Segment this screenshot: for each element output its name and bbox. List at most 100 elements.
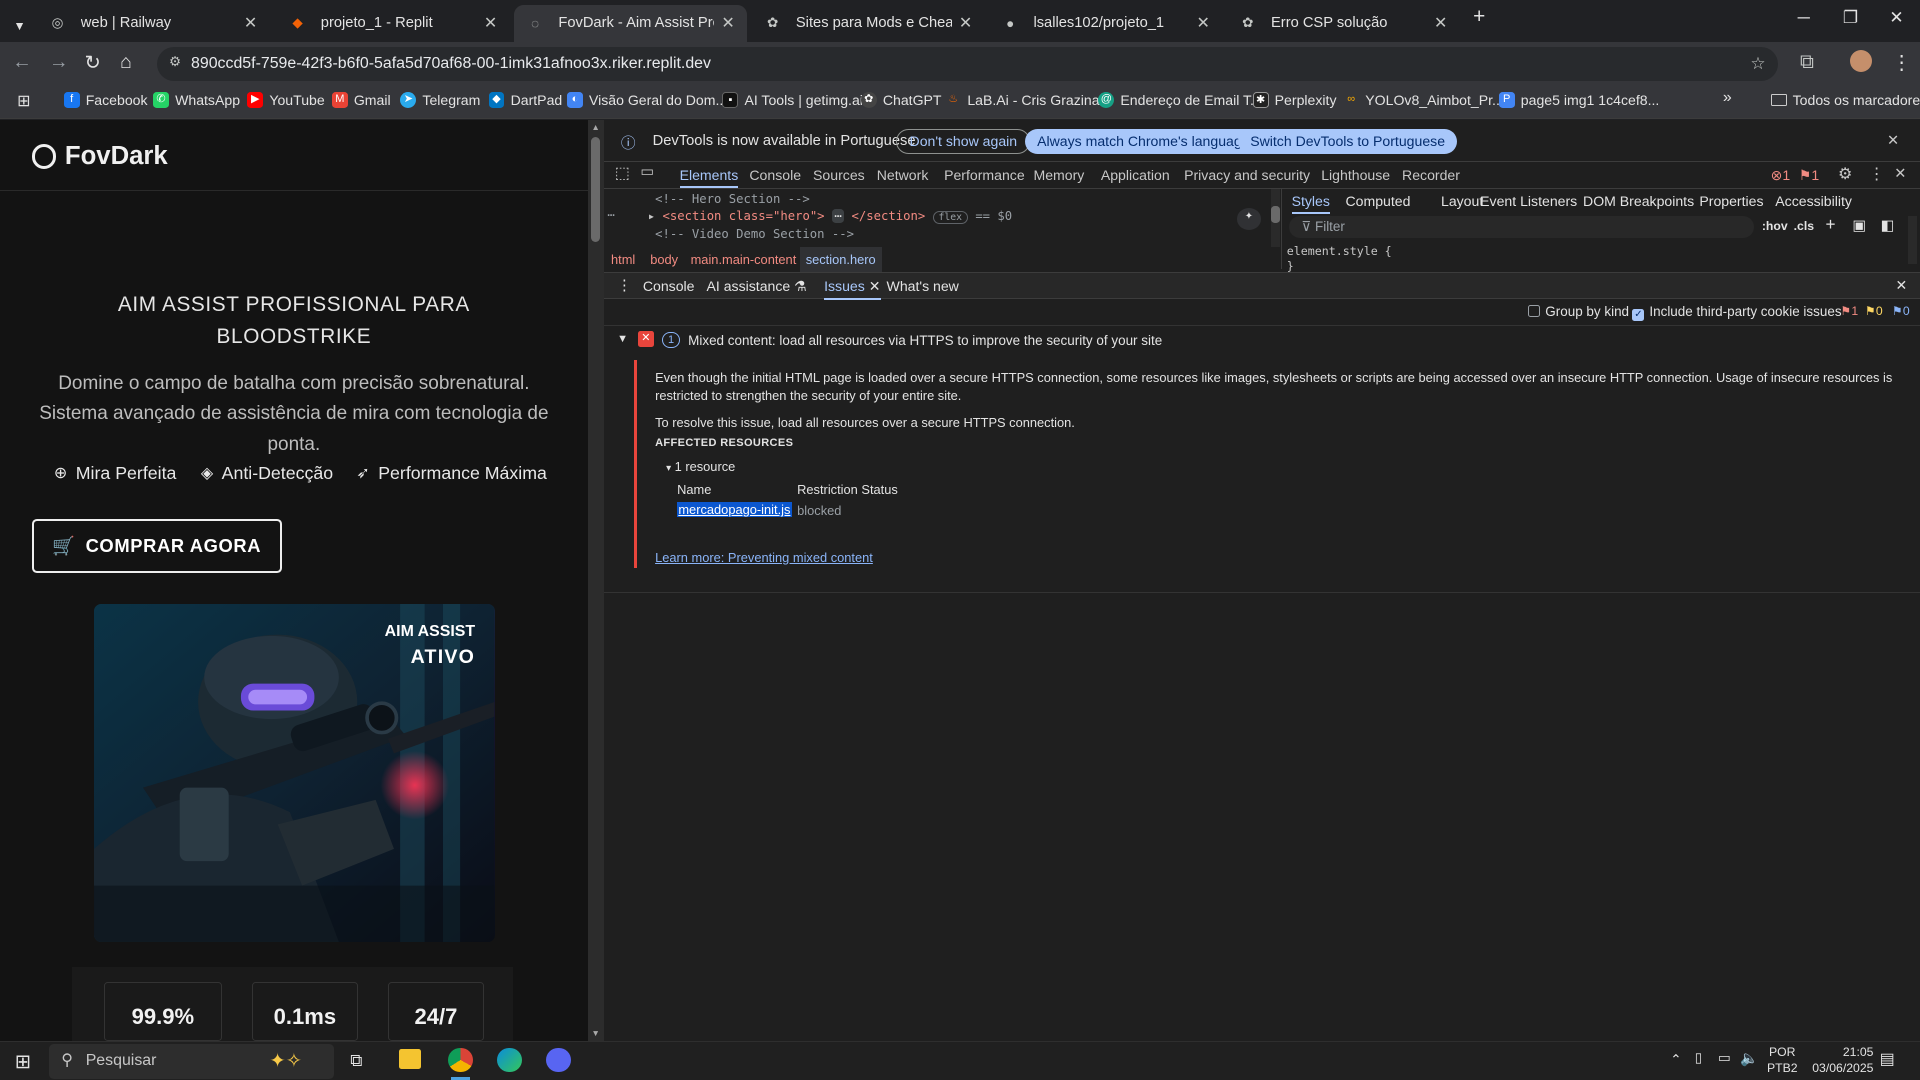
scroll-up-icon[interactable]: ▲: [591, 122, 599, 132]
site-logo[interactable]: FovDark: [31, 142, 168, 171]
minimize-icon[interactable]: ─: [1798, 7, 1810, 28]
address-bar[interactable]: ⚙ 890ccd5f-759e-42f3-b6f0-5afa5d70af68-0…: [156, 46, 1778, 81]
bookmark-visao-geral[interactable]: ◐ Visão Geral do Dom...: [566, 92, 727, 108]
bookmark-perplexity[interactable]: ✱ Perplexity: [1252, 92, 1336, 108]
bookmark-youtube[interactable]: ▶ YouTube: [247, 92, 325, 108]
scrollbar-thumb[interactable]: [591, 137, 600, 243]
tab-search-button[interactable]: ▼: [5, 7, 34, 44]
close-icon[interactable]: ✕: [959, 13, 972, 33]
more-options-icon[interactable]: ⋮: [1869, 164, 1885, 184]
drawer-tab-ai-assistance[interactable]: AI assistance ⚗: [707, 278, 807, 295]
tab-sources[interactable]: Sources: [813, 167, 865, 183]
switch-language-button[interactable]: Switch DevTools to Portuguese: [1237, 128, 1458, 155]
drawer-tab-console[interactable]: Console: [643, 278, 695, 294]
crumb-body[interactable]: body: [650, 252, 678, 267]
elements-scrollbar[interactable]: [1271, 188, 1280, 248]
tab-styles[interactable]: Styles: [1291, 193, 1330, 214]
close-drawer-icon[interactable]: ✕: [1896, 277, 1908, 294]
accessibility-tree-icon[interactable]: ✦: [1236, 208, 1262, 231]
flex-badge[interactable]: flex: [932, 211, 968, 225]
element-style-rule[interactable]: element.style { }: [1287, 244, 1392, 273]
tab-erro-csp[interactable]: ✿ Erro CSP solução ✕: [1227, 5, 1460, 42]
dom-section-hero[interactable]: ▸ <section class="hero"> ⋯ </section> fl…: [648, 209, 1012, 225]
settings-gear-icon[interactable]: ⚙: [1838, 164, 1852, 184]
buy-now-button[interactable]: 🛒 COMPRAR AGORA: [31, 519, 282, 574]
tab-console[interactable]: Console: [749, 167, 801, 183]
tab-elements[interactable]: Elements: [679, 167, 739, 189]
discord-icon[interactable]: [546, 1047, 571, 1073]
home-icon[interactable]: ⌂: [120, 51, 132, 74]
close-icon[interactable]: ✕: [1196, 13, 1209, 33]
bookmark-yolov8[interactable]: ∞ YOLOv8_Aimbot_Pr...: [1343, 92, 1504, 108]
close-icon[interactable]: ✕: [1434, 13, 1447, 33]
notification-icon[interactable]: ▤: [1880, 1049, 1895, 1069]
bookmark-facebook[interactable]: f Facebook: [63, 92, 148, 108]
volume-icon[interactable]: 🔈: [1740, 1049, 1758, 1067]
input-language[interactable]: POR PTB2: [1767, 1045, 1798, 1077]
close-icon[interactable]: ✕: [1887, 132, 1899, 149]
drawer-tab-whats-new[interactable]: What's new: [887, 278, 959, 294]
scroll-down-icon[interactable]: ▼: [591, 1028, 599, 1038]
drawer-menu-icon[interactable]: ⋮: [617, 277, 632, 294]
close-devtools-icon[interactable]: ✕: [1894, 165, 1906, 182]
group-by-kind-checkbox[interactable]: Group by kind: [1528, 304, 1629, 319]
all-bookmarks[interactable]: Todos os marcadores: [1770, 92, 1920, 108]
bookmark-whatsapp[interactable]: ✆ WhatsApp: [153, 92, 240, 108]
bookmark-chatgpt[interactable]: ✿ ChatGPT: [860, 92, 942, 108]
network-icon[interactable]: ▭: [1718, 1050, 1731, 1066]
close-icon[interactable]: ✕: [869, 278, 881, 294]
tab-fovdark[interactable]: ◌ FovDark - Aim Assist Profission... ✕: [514, 4, 747, 42]
reload-icon[interactable]: ↻: [84, 51, 100, 75]
tray-overflow-icon[interactable]: ⌃: [1670, 1052, 1681, 1068]
profile-avatar[interactable]: [1850, 50, 1873, 73]
learn-more-link[interactable]: Learn more: Preventing mixed content: [655, 550, 873, 565]
tab-network[interactable]: Network: [877, 167, 929, 183]
tab-replit[interactable]: ◆ projeto_1 - Replit ✕: [277, 5, 510, 42]
bookmark-gmail[interactable]: M Gmail: [331, 92, 391, 108]
restore-icon[interactable]: ❐: [1843, 7, 1858, 28]
tab-computed[interactable]: Computed: [1345, 193, 1410, 209]
crumb-main[interactable]: main.main-content: [691, 252, 797, 267]
styles-filter-input[interactable]: ⊽ Filter: [1289, 215, 1755, 238]
bookmark-dartpad[interactable]: ◆ DartPad: [488, 92, 562, 108]
site-info-icon[interactable]: ⚙: [169, 54, 181, 70]
tab-recorder[interactable]: Recorder: [1402, 167, 1460, 183]
tab-layout[interactable]: Layout: [1441, 193, 1483, 209]
tab-github[interactable]: ● lsalles102/projeto_1 ✕: [989, 5, 1222, 42]
styles-scrollbar[interactable]: [1907, 215, 1918, 265]
bookmark-ai-tools[interactable]: ▪ AI Tools | getimg.ai: [722, 92, 863, 108]
tab-performance[interactable]: Performance: [944, 167, 1025, 183]
edge-icon[interactable]: [497, 1047, 522, 1073]
bookmark-star-icon[interactable]: ☆: [1750, 53, 1765, 74]
bookmark-email[interactable]: @ Endereço de Email T...: [1098, 92, 1262, 108]
windows-start-icon[interactable]: ⊞: [15, 1050, 31, 1074]
inspect-icon[interactable]: ⬚: [615, 163, 630, 183]
tab-properties[interactable]: Properties: [1699, 193, 1763, 209]
tab-memory[interactable]: Memory: [1033, 167, 1084, 183]
menu-icon[interactable]: ⋮: [1892, 51, 1912, 75]
window-close-icon[interactable]: ✕: [1889, 7, 1903, 28]
tab-railway[interactable]: ◎ web | Railway ✕: [37, 5, 270, 42]
more-bookmarks-icon[interactable]: »: [1723, 89, 1732, 107]
tab-accessibility[interactable]: Accessibility: [1775, 193, 1852, 209]
extensions-icon[interactable]: ⧉: [1800, 51, 1814, 74]
tab-privacy-security[interactable]: Privacy and security: [1184, 167, 1310, 183]
tray-device-icon[interactable]: ▯: [1695, 1050, 1702, 1066]
error-counter[interactable]: ⊗1: [1771, 167, 1791, 184]
issue-title[interactable]: Mixed content: load all resources via HT…: [688, 333, 1162, 348]
clock[interactable]: 21:05 03/06/2025: [1798, 1045, 1873, 1077]
sidebar-toggle-icon[interactable]: ◧: [1881, 217, 1895, 234]
drawer-tab-issues[interactable]: Issues ✕: [824, 278, 881, 301]
bookmark-page5[interactable]: Ppage5 img1 1c4cef8...: [1498, 92, 1659, 108]
tab-dom-breakpoints[interactable]: DOM Breakpoints: [1583, 193, 1694, 209]
dom-comment-video[interactable]: <!-- Video Demo Section -->: [655, 227, 854, 241]
computed-toggle-icon[interactable]: ▣: [1852, 217, 1866, 234]
tab-lighthouse[interactable]: Lighthouse: [1321, 167, 1390, 183]
close-icon[interactable]: ✕: [484, 13, 497, 33]
collapse-triangle-icon[interactable]: ▼: [617, 333, 628, 345]
tab-application[interactable]: Application: [1101, 167, 1170, 183]
apps-icon[interactable]: ⊞: [17, 91, 30, 111]
resource-toggle[interactable]: ▾ 1 resource: [666, 459, 735, 474]
issue-counter[interactable]: ⚑1: [1799, 167, 1819, 184]
close-icon[interactable]: ✕: [244, 13, 257, 33]
